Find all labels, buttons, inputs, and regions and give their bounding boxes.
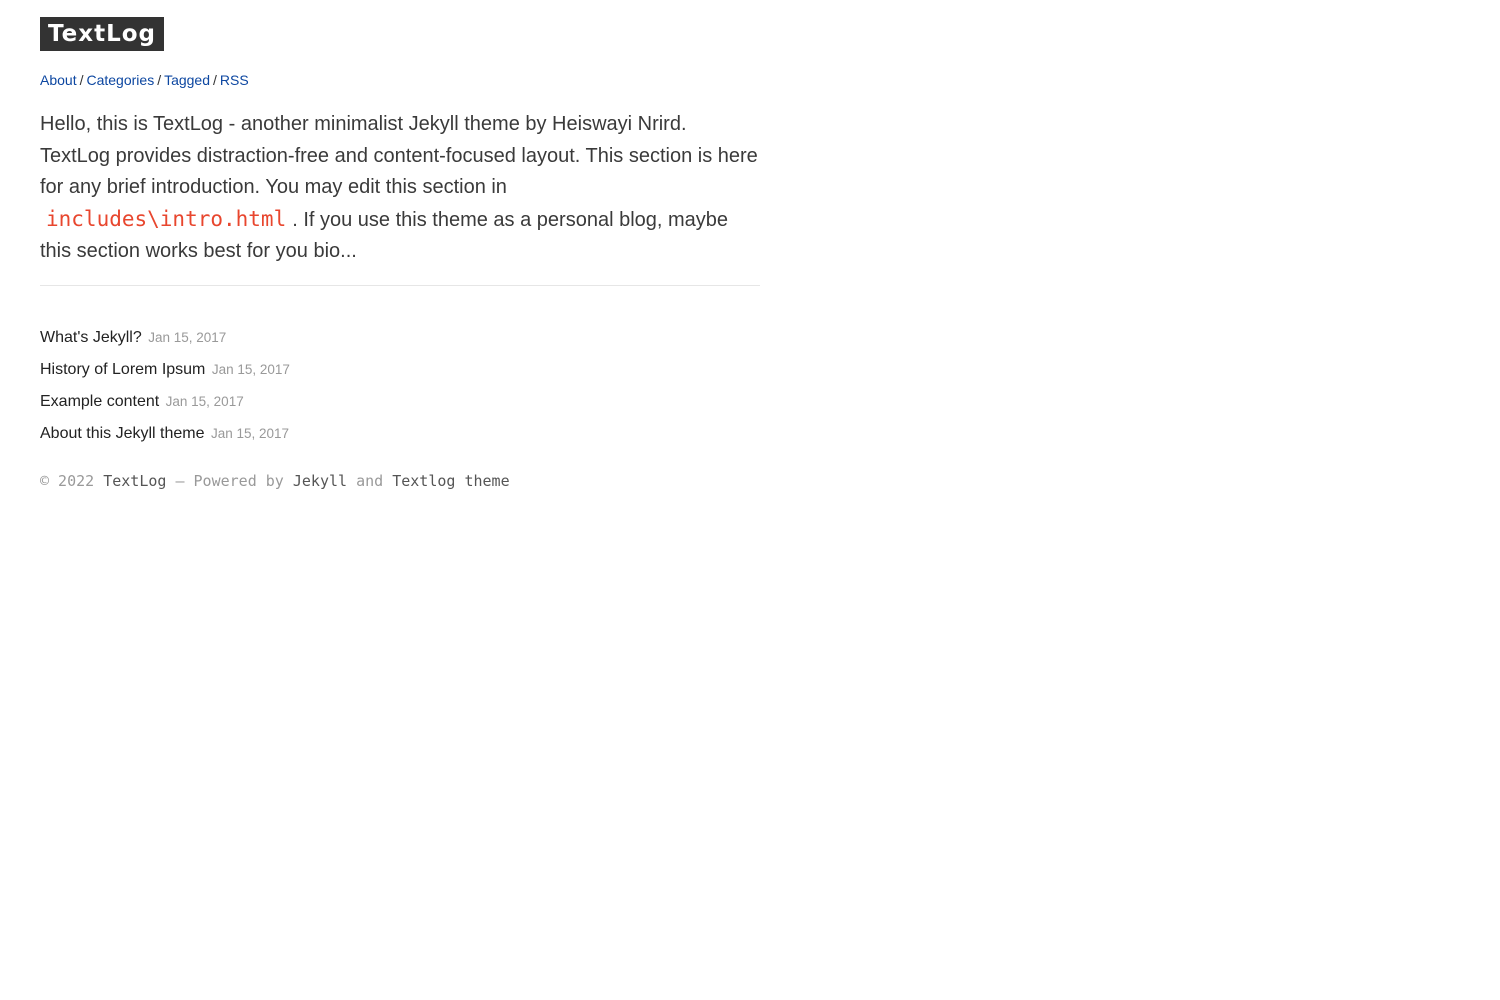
post-list-item: About this Jekyll theme Jan 15, 2017 bbox=[40, 418, 760, 450]
nav-about-link[interactable]: About bbox=[40, 72, 77, 88]
site-footer: © 2022 TextLog — Powered by Jekyll and T… bbox=[40, 471, 760, 491]
intro-section: Hello, this is TextLog - another minimal… bbox=[40, 109, 760, 286]
post-list-item: What's Jekyll? Jan 15, 2017 bbox=[40, 322, 760, 354]
post-date: Jan 15, 2017 bbox=[211, 361, 290, 377]
nav-separator: / bbox=[213, 72, 217, 88]
nav-categories-link[interactable]: Categories bbox=[86, 72, 154, 88]
post-title-link[interactable]: Example content bbox=[40, 393, 159, 410]
page-container: TextLog About / Categories / Tagged / RSS Hell… bbox=[40, 17, 760, 491]
nav-tagged-link[interactable]: Tagged bbox=[164, 72, 210, 88]
footer-jekyll-link[interactable]: Jekyll bbox=[293, 472, 347, 490]
post-date: Jan 15, 2017 bbox=[148, 329, 227, 345]
intro-text-before: Hello, this is TextLog - another minimal… bbox=[40, 113, 758, 198]
post-list-item: History of Lorem Ipsum Jan 15, 2017 bbox=[40, 354, 760, 386]
nav-separator: / bbox=[157, 72, 162, 88]
intro-code-path: includes\intro.html bbox=[46, 206, 287, 231]
footer-powered-by: — Powered by bbox=[175, 471, 284, 490]
site-title[interactable]: TextLog bbox=[40, 17, 164, 51]
post-date: Jan 15, 2017 bbox=[210, 425, 290, 441]
footer-copyright: © 2022 bbox=[40, 471, 95, 490]
nav-rss-link[interactable]: RSS bbox=[220, 72, 249, 88]
nav-separator: / bbox=[79, 72, 84, 88]
footer-and: and bbox=[356, 471, 384, 490]
post-date: Jan 15, 2017 bbox=[165, 393, 244, 409]
post-title-link[interactable]: What's Jekyll? bbox=[40, 329, 142, 346]
footer-site-link[interactable]: TextLog bbox=[103, 472, 166, 490]
post-list: What's Jekyll? Jan 15, 2017 History of L… bbox=[40, 322, 760, 450]
post-title-link[interactable]: History of Lorem Ipsum bbox=[40, 361, 205, 378]
post-list-item: Example content Jan 15, 2017 bbox=[40, 386, 760, 418]
footer-theme-link[interactable]: Textlog theme bbox=[392, 472, 509, 490]
main-nav: About / Categories / Tagged / RSS bbox=[40, 71, 760, 89]
post-title-link[interactable]: About this Jekyll theme bbox=[40, 425, 205, 442]
